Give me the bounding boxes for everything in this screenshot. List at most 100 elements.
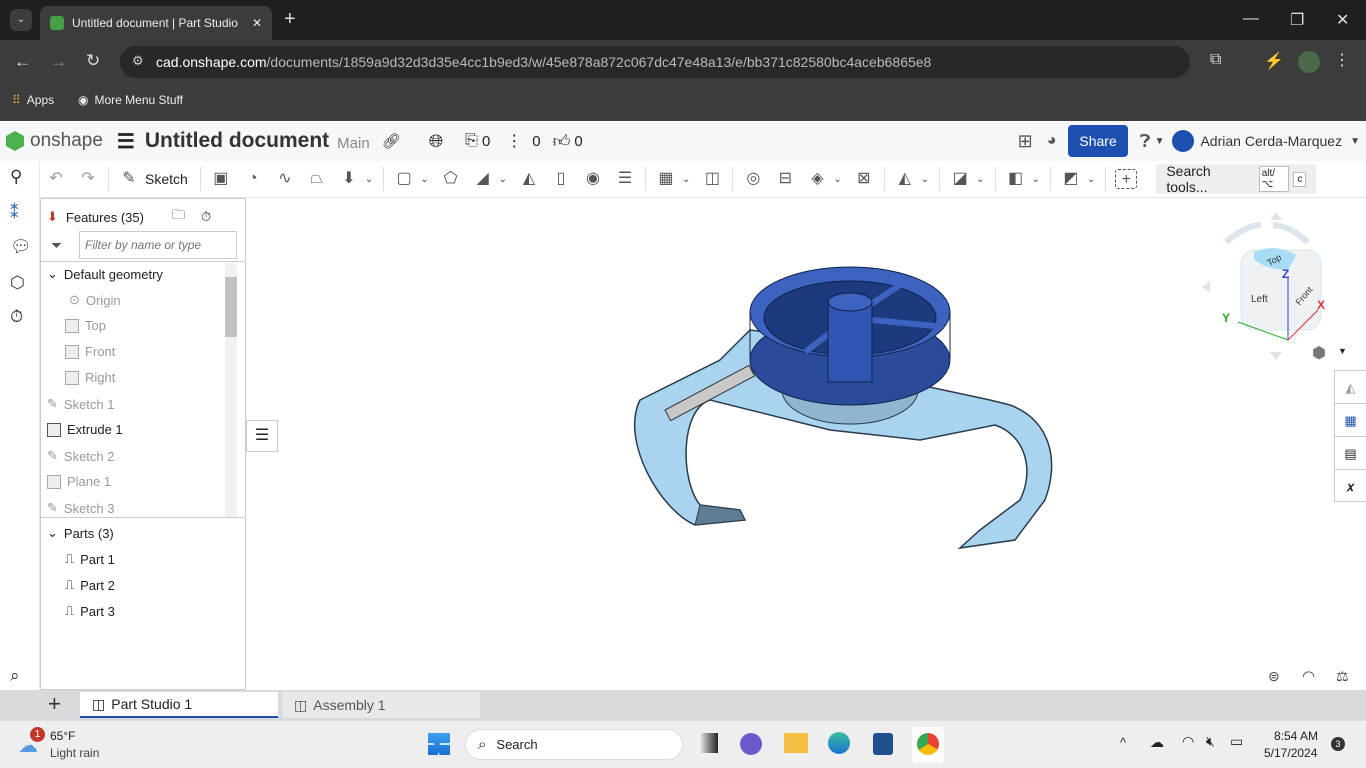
part-item[interactable]: ⎍ Part 3 <box>65 603 115 619</box>
edge-icon[interactable] <box>828 732 850 754</box>
mate-connectors-icon[interactable]: ⊜ <box>1268 668 1280 685</box>
revolve-icon[interactable]: ◔ <box>242 169 264 189</box>
feature-item[interactable]: Front <box>65 344 115 359</box>
rotate-up-arrow[interactable] <box>1270 212 1282 220</box>
feature-item[interactable]: ⊙ Origin <box>69 292 121 308</box>
view-mode-cube-icon[interactable]: ⬢ <box>1312 343 1326 363</box>
hole-icon[interactable]: ◉ <box>582 169 604 189</box>
profile-avatar[interactable] <box>1298 51 1320 73</box>
user-menu-dropdown-icon[interactable]: ▼ <box>1350 136 1360 147</box>
surface-icon[interactable]: ◩ <box>1060 169 1082 189</box>
modify-fillet-icon[interactable]: ◭ <box>894 169 916 189</box>
dropdown-icon[interactable]: ⌄ <box>833 174 841 185</box>
feature-item[interactable]: ✎ Sketch 2 <box>47 448 115 464</box>
filter-input[interactable] <box>79 231 237 259</box>
feature-list-icon[interactable]: ⚲ <box>10 167 22 187</box>
sweep-icon[interactable]: ∿ <box>274 169 296 189</box>
part-item[interactable]: ⎍ Part 2 <box>65 577 115 593</box>
pattern-icon[interactable]: ▦ <box>655 169 677 189</box>
variables-table-icon[interactable]: 𝑥 <box>1335 470 1366 503</box>
configurations-icon[interactable]: ▤ <box>1335 437 1366 470</box>
mirror-icon[interactable]: ◫ <box>701 169 723 189</box>
transform-icon[interactable]: ◈ <box>806 169 828 189</box>
clock-date[interactable]: 5/17/2024 <box>1264 746 1317 760</box>
task-view-icon[interactable] <box>698 733 718 753</box>
back-button[interactable]: ← <box>14 52 31 72</box>
clock-time[interactable]: 8:54 AM <box>1274 729 1318 743</box>
dropdown-icon[interactable]: ⌄ <box>499 174 507 185</box>
feature-item[interactable]: ✎ Sketch 3 <box>47 500 115 516</box>
variables-icon[interactable]: ⁑ <box>10 203 19 223</box>
dropdown-icon[interactable]: ⌄ <box>976 174 984 185</box>
tab-search-button[interactable]: ⌄ <box>10 9 32 31</box>
versions-icon[interactable]: ⎘ <box>465 132 478 150</box>
shell-icon[interactable]: ▯ <box>550 169 572 189</box>
bookmark-more-menu-stuff[interactable]: ◉ More Menu Stuff <box>78 93 183 107</box>
redo-icon[interactable]: ↷ <box>77 169 99 189</box>
notification-badge[interactable]: 3 <box>1331 737 1345 751</box>
sheet-metal-icon[interactable]: ◧ <box>1005 169 1027 189</box>
default-geometry-group[interactable]: ⌄ Default geometry <box>47 266 163 282</box>
add-custom-feature-icon[interactable]: + <box>1115 169 1138 189</box>
hamburger-menu-icon[interactable]: ☰ <box>117 129 135 154</box>
teams-icon[interactable] <box>740 733 762 755</box>
document-title[interactable]: Untitled document <box>145 129 329 153</box>
feature-item[interactable]: ✎ Sketch 1 <box>47 396 115 412</box>
help-icon[interactable]: ❓︎ <box>1140 131 1151 152</box>
link-icon[interactable]: 🔗︎ <box>382 132 401 150</box>
share-button[interactable]: Share <box>1068 125 1128 157</box>
rollback-icon[interactable]: ⬇ <box>47 209 58 225</box>
measure-icon[interactable]: ⚖︎ <box>1336 668 1349 685</box>
tab-part-studio-1[interactable]: ◫ Part Studio 1 <box>80 692 278 718</box>
parts-icon[interactable]: ⬡ <box>10 273 25 293</box>
search-tools-input[interactable]: Search tools... alt/⌥ c <box>1156 163 1317 195</box>
parts-group[interactable]: ⌄ Parts (3) <box>47 525 114 541</box>
sketch-pencil-icon[interactable]: ✎ <box>118 169 140 189</box>
part-item[interactable]: ⎍ Part 1 <box>65 551 115 567</box>
branches-icon[interactable]: ⋮ <box>506 131 522 151</box>
branch-label[interactable]: Main <box>337 135 370 152</box>
feature-item[interactable]: Plane 1 <box>47 474 111 489</box>
dropdown-icon[interactable]: ⌄ <box>921 174 929 185</box>
thread-icon[interactable]: ☰ <box>614 169 636 189</box>
file-explorer-icon[interactable] <box>784 733 808 753</box>
3d-model-viewport[interactable] <box>600 240 1080 560</box>
wifi-icon[interactable]: ◠ <box>1182 733 1194 750</box>
dropdown-icon[interactable]: ⌄ <box>682 174 690 185</box>
rotate-left-arrow[interactable] <box>1202 281 1210 293</box>
chrome-taskbar-button[interactable] <box>912 727 944 763</box>
volume-muted-icon[interactable]: 🔇︎ <box>1206 733 1215 750</box>
globe-icon[interactable]: 🌐︎ <box>429 131 443 152</box>
dropdown-icon[interactable]: ⌄ <box>1032 174 1040 185</box>
stopwatch-icon[interactable]: ⏱︎ <box>201 209 211 225</box>
boolean-icon[interactable]: ◎ <box>742 169 764 189</box>
minimize-button[interactable]: — <box>1243 10 1259 28</box>
close-tab-icon[interactable]: ✕ <box>252 16 262 30</box>
tab-assembly-1[interactable]: ◫ Assembly 1 <box>282 692 480 718</box>
part-fan-hub[interactable] <box>827 292 873 312</box>
reload-button[interactable]: ↻ <box>86 51 100 71</box>
learning-center-icon[interactable]: ◕ <box>1047 132 1057 150</box>
weather-desc[interactable]: Light rain <box>50 746 99 760</box>
section-view-icon[interactable]: ◠ <box>1302 667 1315 685</box>
plane-icon[interactable]: ◪ <box>949 169 971 189</box>
store-icon[interactable] <box>873 733 893 755</box>
start-button[interactable] <box>428 733 450 755</box>
url-field[interactable]: ⚙ cad.onshape.com/documents/1859a9d32d3d… <box>120 46 1190 78</box>
bookmark-apps[interactable]: ⠿ Apps <box>12 93 54 107</box>
fillet-icon[interactable]: ▢ <box>393 169 415 189</box>
rib-icon[interactable]: ◭ <box>518 169 540 189</box>
dropdown-icon[interactable]: ⌄ <box>365 174 373 185</box>
performance-icon[interactable]: ⚡ <box>1264 51 1284 71</box>
feature-item[interactable]: Top <box>65 318 106 333</box>
toggle-list-icon[interactable]: ☰ <box>246 420 278 452</box>
help-dropdown-icon[interactable]: ▼ <box>1155 136 1165 147</box>
chamfer-icon[interactable]: ⬠ <box>440 169 462 189</box>
user-name[interactable]: Adrian Cerda-Marquez <box>1200 133 1342 149</box>
close-window-button[interactable]: ✕ <box>1336 10 1349 30</box>
taskbar-search[interactable]: ⌕ Search <box>465 729 683 760</box>
dropdown-icon[interactable]: ⌄ <box>420 174 428 185</box>
app-store-icon[interactable]: ⊞ <box>1018 131 1033 152</box>
bom-table-icon[interactable]: ▦ <box>1335 404 1366 437</box>
loft-icon[interactable]: ⏢ <box>306 169 328 189</box>
